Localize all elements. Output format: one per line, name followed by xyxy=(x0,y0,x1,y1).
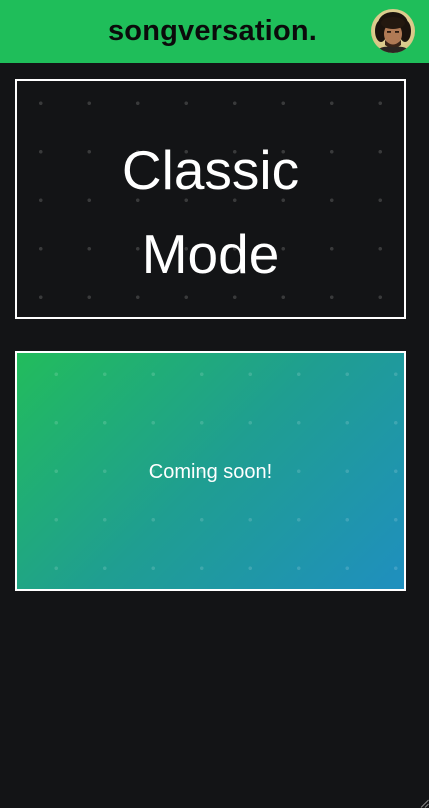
user-avatar-icon[interactable] xyxy=(371,9,415,53)
classic-mode-card[interactable]: Classic Mode xyxy=(15,79,406,319)
coming-soon-mode-card[interactable]: Coming soon! xyxy=(15,351,406,591)
coming-soon-label: Coming soon! xyxy=(148,461,273,483)
app-logo-text[interactable]: songversation. xyxy=(0,0,425,63)
classic-mode-title: Classic Mode xyxy=(121,139,300,285)
avatar-photo xyxy=(371,9,415,53)
resize-grip-icon[interactable] xyxy=(419,798,429,808)
top-bar: songversation. xyxy=(0,0,429,63)
